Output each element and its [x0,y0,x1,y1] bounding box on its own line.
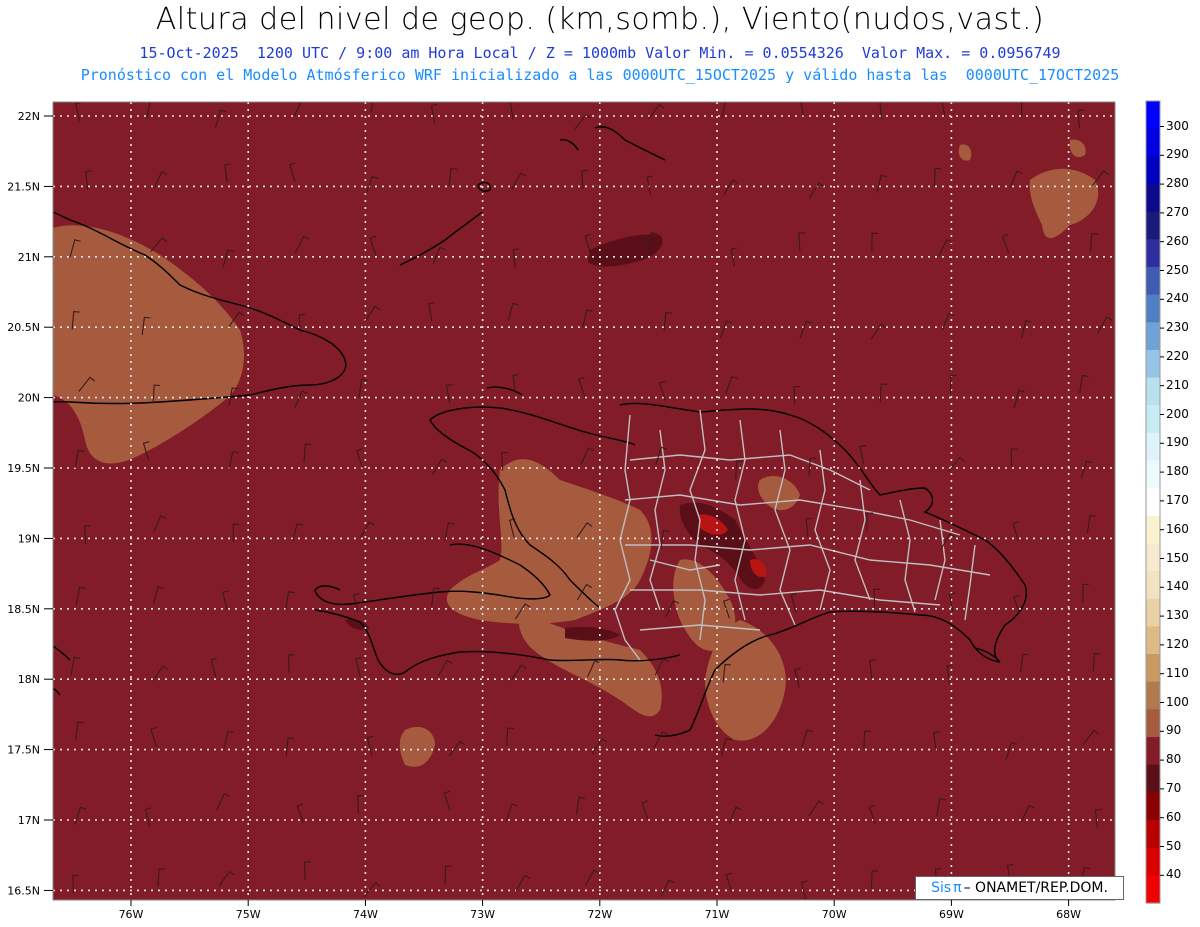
colorbar-swatch [1146,349,1160,379]
lat-tick-label: 16.5N [7,884,40,897]
logo-org: – ONAMET/REP.DOM. [963,880,1108,896]
longitude-axis: 76W 75W 74W 73W 72W 71W 70W 69W 68W [119,900,1081,921]
colorbar-swatch [1146,847,1160,876]
colorbar-swatch [1146,626,1160,655]
colorbar-swatch [1146,183,1160,213]
lat-tick-label: 18.5N [7,603,40,616]
colorbar-swatch [1146,211,1160,240]
colorbar-swatch [1146,432,1160,462]
colorbar-swatch [1146,460,1160,489]
lat-tick-label: 21N [18,251,40,264]
colorbar-swatch [1146,488,1160,517]
colorbar-swatch [1146,792,1160,821]
colorbar-tick-label: 160 [1166,521,1189,536]
latitude-axis: 22N 21.5N 21N 20.5N 20N 19.5N 19N 18.5N 18N 17.5N… [7,110,53,897]
lon-tick-label: 69W [939,908,964,921]
map-plot-area [53,102,1115,900]
colorbar-swatch [1146,598,1160,628]
onamet-logo: Sis π – ONAMET/REP.DOM. [915,876,1124,900]
lat-tick-label: 20N [18,392,40,405]
colorbar-tick-label: 290 [1166,147,1189,162]
colorbar-swatch [1146,128,1160,157]
colorbar-swatch [1146,515,1160,545]
colorbar-tick-label: 140 [1166,579,1189,594]
colorbar-tick-label: 120 [1166,636,1189,651]
lat-tick-label: 19N [18,532,40,545]
colorbar-tick-label: 250 [1166,262,1189,277]
colorbar-swatch [1146,101,1160,130]
colorbar-tick-label: 40 [1166,867,1182,882]
lon-tick-label: 68W [1056,908,1081,921]
lat-tick-label: 17N [18,814,40,827]
lon-tick-label: 70W [822,908,847,921]
colorbar-tick-label: 190 [1166,435,1189,450]
colorbar-swatch [1146,156,1160,185]
colorbar-swatch [1146,737,1160,766]
colorbar-swatch [1146,239,1160,268]
colorbar-tick-label: 200 [1166,406,1189,421]
colorbar-tick-label: 170 [1166,492,1189,507]
lat-tick-label: 17.5N [7,744,40,757]
lon-tick-label: 71W [705,908,730,921]
colorbar-swatch [1146,709,1160,738]
colorbar-tick-label: 60 [1166,809,1182,824]
colorbar [1145,100,1164,904]
colorbar-swatch [1146,820,1160,849]
colorbar-swatch [1146,654,1160,683]
colorbar-tick-label: 240 [1166,291,1189,306]
lat-tick-label: 21.5N [7,180,40,193]
colorbar-tick-label: 210 [1166,377,1189,392]
lat-tick-label: 19.5N [7,462,40,475]
colorbar-tick-label: 150 [1166,550,1189,565]
logo-sis: Sis [931,880,952,896]
colorbar-tick-label: 220 [1166,348,1189,363]
colorbar-tick-label: 300 [1166,118,1189,133]
lon-tick-label: 72W [587,908,612,921]
colorbar-swatch [1146,571,1160,600]
colorbar-swatch [1146,377,1160,406]
colorbar-tick-label: 70 [1166,780,1182,795]
colorbar-tick-label: 230 [1166,320,1189,335]
colorbar-tick-label: 90 [1166,723,1182,738]
logo-pi-symbol: π [953,880,962,896]
colorbar-swatch [1146,294,1160,323]
colorbar-swatch [1146,681,1160,711]
lon-tick-label: 76W [119,908,144,921]
colorbar-tick-label: 280 [1166,176,1189,191]
colorbar-tick-label: 260 [1166,233,1189,248]
colorbar-tick-label: 270 [1166,204,1189,219]
lon-tick-label: 73W [470,908,495,921]
colorbar-tick-label: 180 [1166,464,1189,479]
colorbar-swatch [1146,875,1160,904]
lat-tick-label: 22N [18,110,40,123]
lat-tick-label: 20.5N [7,321,40,334]
colorbar-swatch [1146,405,1160,434]
colorbar-tick-label: 80 [1166,752,1182,767]
colorbar-tick-label: 110 [1166,665,1189,680]
colorbar-swatch [1146,322,1160,351]
lat-tick-label: 18N [18,673,40,686]
colorbar-swatch [1146,543,1160,572]
colorbar-swatch [1146,266,1160,296]
colorbar-tick-label: 100 [1166,694,1189,709]
lon-tick-label: 75W [236,908,261,921]
weather-map: 22N 21.5N 21N 20.5N 20N 19.5N 19N 18.5N 18N 17.5N… [7,100,1164,921]
colorbar-tick-label: 130 [1166,608,1189,623]
lon-tick-label: 74W [353,908,378,921]
colorbar-swatch [1146,764,1160,793]
colorbar-tick-label: 50 [1166,838,1182,853]
